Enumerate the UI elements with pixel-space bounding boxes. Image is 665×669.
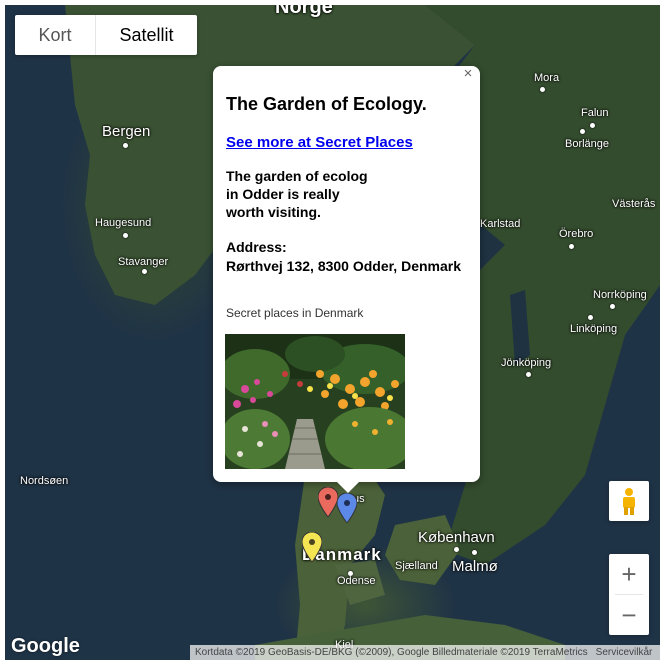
city-dot-falun — [590, 123, 595, 128]
city-dot-haugesund — [123, 233, 128, 238]
city-dot-linkoping — [588, 315, 593, 320]
map-type-kort-button[interactable]: Kort — [15, 15, 96, 55]
city-dot-norrkoping — [610, 304, 615, 309]
label-karlstad: Karlstad — [480, 218, 521, 230]
label-stavanger: Stavanger — [118, 256, 169, 268]
label-norge: Norge — [275, 5, 333, 18]
info-window: × The Garden of Ecology. See more at Sec… — [213, 66, 480, 493]
info-window-title: The Garden of Ecology. — [226, 94, 427, 114]
label-sjaelland: Sjælland — [395, 560, 438, 572]
label-vasteras: Västerås — [612, 198, 656, 210]
city-dot-jonkoping — [526, 372, 531, 377]
city-dot-stavanger — [142, 269, 147, 274]
label-mora: Mora — [534, 72, 560, 84]
label-kobenhavn: København — [418, 529, 495, 546]
label-falun: Falun — [581, 107, 609, 119]
city-dot-bergen — [123, 143, 128, 148]
map-marker-yellow[interactable] — [302, 532, 322, 562]
info-window-description: The garden of ecolog in Odder is really … — [226, 168, 368, 220]
city-dot-malmo — [472, 550, 477, 555]
label-borlange: Borlänge — [565, 138, 610, 150]
google-logo: Google — [11, 635, 80, 657]
pegman-icon — [623, 488, 635, 515]
label-jonkoping: Jönköping — [501, 357, 552, 369]
label-haugesund: Haugesund — [95, 217, 152, 229]
label-nordsoen: Nordsøen — [20, 475, 69, 487]
secret-places-link[interactable]: See more at Secret Places — [226, 134, 413, 151]
label-odense: Odense — [337, 575, 376, 587]
map-marker-red[interactable] — [318, 487, 338, 517]
photo-caption: Secret places in Denmark — [226, 306, 364, 320]
zoom-control: + − — [609, 554, 649, 635]
map-type-control: Kort Satellit — [15, 15, 197, 55]
city-dot-orebro — [569, 244, 574, 249]
label-bergen: Bergen — [102, 123, 151, 140]
city-dot-odense — [348, 571, 353, 576]
close-icon[interactable]: × — [460, 66, 476, 82]
zoom-out-button[interactable]: − — [609, 595, 649, 635]
label-linkoping: Linköping — [570, 323, 618, 335]
attribution-text: Kortdata ©2019 GeoBasis-DE/BKG (©2009), … — [195, 647, 588, 658]
city-dot-mora — [540, 87, 545, 92]
map-marker-blue[interactable] — [337, 493, 357, 523]
zoom-in-button[interactable]: + — [609, 554, 649, 594]
label-norrkoping: Norrköping — [593, 289, 647, 301]
label-malmo: Malmø — [452, 558, 498, 575]
city-dot-borlange — [580, 129, 585, 134]
city-dot-kobenhavn — [454, 547, 459, 552]
address-value: Rørthvej 132, 8300 Odder, Denmark — [226, 258, 461, 274]
terms-link[interactable]: Servicevilkår — [596, 647, 653, 658]
label-orebro: Örebro — [559, 228, 594, 240]
street-view-pegman-button[interactable] — [609, 481, 649, 521]
map-type-satellite-button[interactable]: Satellit — [96, 15, 197, 55]
garden-photo — [225, 334, 405, 469]
map-attribution: Kortdata ©2019 GeoBasis-DE/BKG (©2009), … — [190, 645, 660, 660]
address-label: Address: — [226, 239, 287, 255]
